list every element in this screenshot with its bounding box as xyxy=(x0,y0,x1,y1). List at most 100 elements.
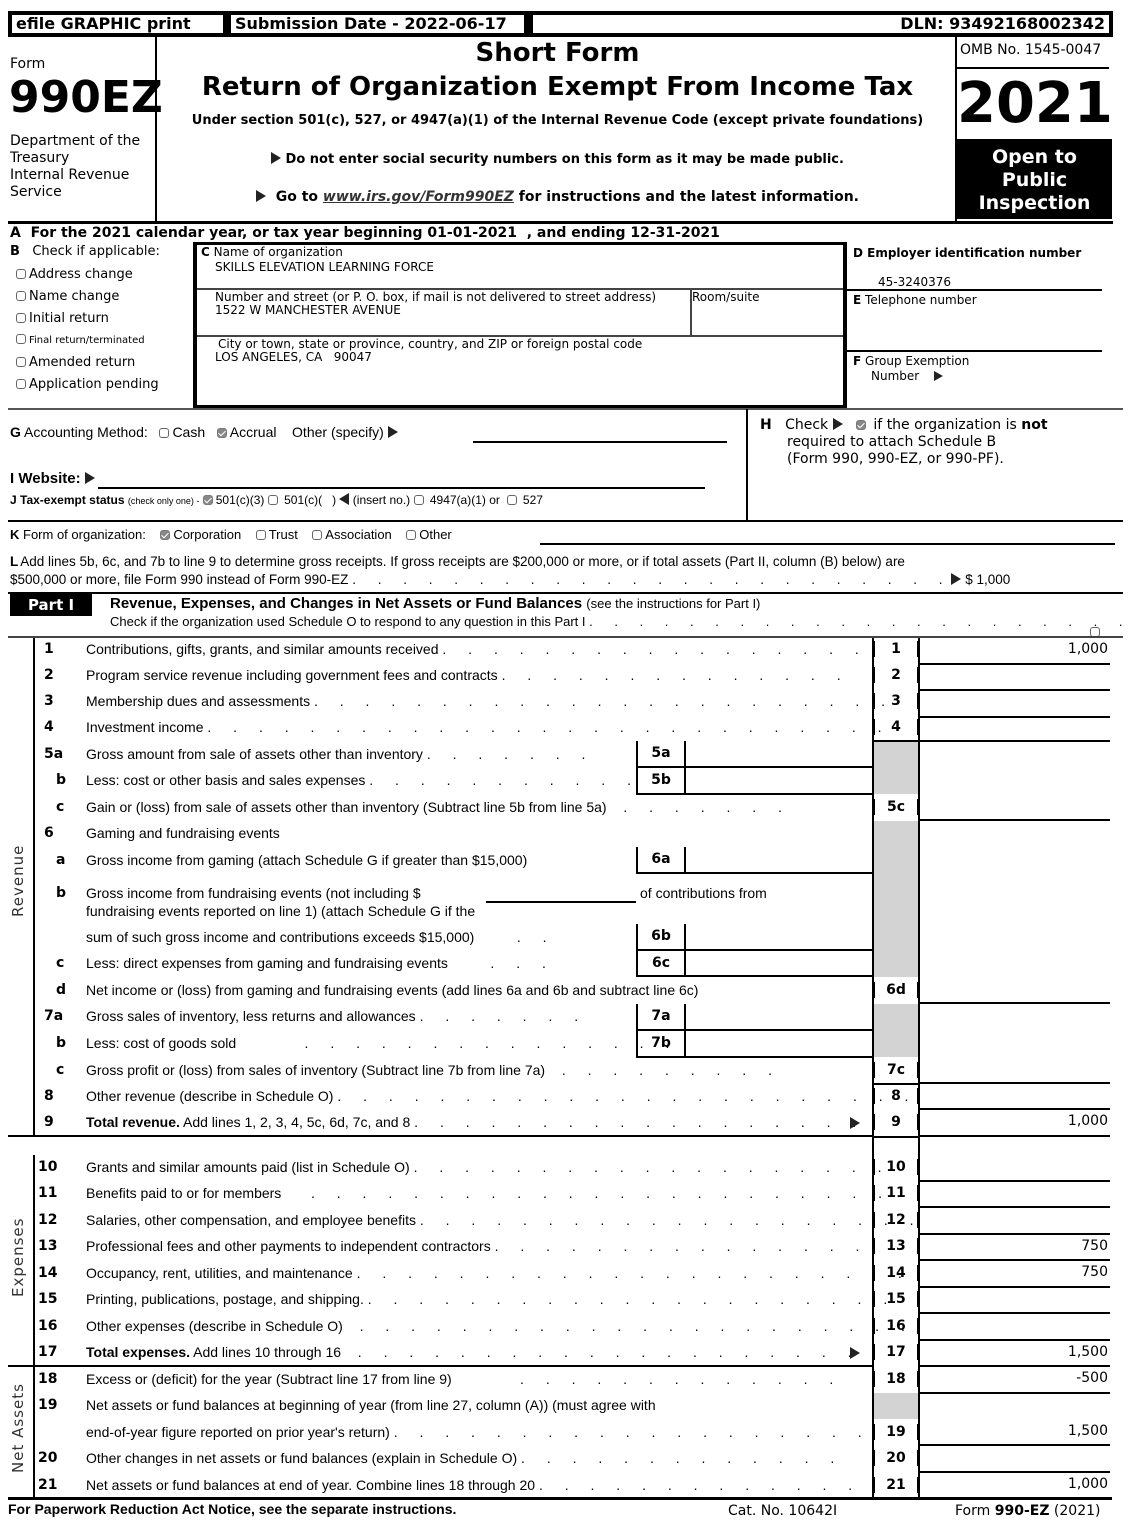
part1-title: Revenue, Expenses, and Changes in Net As… xyxy=(110,595,761,612)
line-21-value[interactable]: 1,000 xyxy=(919,1473,1110,1499)
line-6d-value[interactable] xyxy=(919,821,1110,1004)
checkbox-checked-icon[interactable] xyxy=(202,495,213,505)
arrow-icon xyxy=(951,573,962,585)
part1-top-line xyxy=(8,592,1123,594)
line-1-value[interactable]: 1,000 xyxy=(919,638,1110,665)
line-13-value[interactable]: 750 xyxy=(919,1235,1110,1261)
checkbox-icon[interactable] xyxy=(16,269,26,279)
tax-exempt-status: J Tax-exempt status (check only one) - 5… xyxy=(10,493,543,507)
line-5b-value[interactable] xyxy=(684,768,873,795)
checkbox-trust[interactable]: Trust xyxy=(255,527,298,542)
irs-link[interactable]: www.irs.gov/Form990EZ xyxy=(323,189,514,205)
checkbox-icon[interactable] xyxy=(16,290,26,301)
checkbox-schedule-b[interactable] xyxy=(855,420,866,430)
checkbox-icon[interactable] xyxy=(159,428,170,438)
line-5c-value[interactable] xyxy=(919,741,1110,821)
j-bottom-line xyxy=(8,520,1123,522)
ein-label: D Employer identification number xyxy=(853,246,1082,260)
line7c-rule xyxy=(872,1083,920,1085)
checkbox-4947[interactable]: 4947(a)(1) or xyxy=(413,493,500,507)
ein-value[interactable]: 45-3240376 xyxy=(878,275,951,289)
org-name-value[interactable]: SKILLS ELEVATION LEARNING FORCE xyxy=(215,260,434,274)
shade-19 xyxy=(874,1393,918,1419)
goto-instructions: Go to www.irs.gov/Form990EZ for instruct… xyxy=(160,189,955,205)
line-19-value[interactable]: 1,500 xyxy=(919,1394,1110,1446)
checkbox-final-return[interactable]: Final return/terminated xyxy=(16,329,159,352)
street-value[interactable]: 1522 W MANCHESTER AVENUE xyxy=(215,303,401,317)
line-11-value[interactable] xyxy=(919,1182,1110,1208)
line-12-value[interactable] xyxy=(919,1208,1110,1235)
line-6c-value[interactable] xyxy=(684,951,873,977)
checkbox-address-change[interactable]: Address change xyxy=(16,264,159,286)
dln: DLN: 93492168002342 xyxy=(531,13,1111,35)
checkbox-501c[interactable]: 501(c)( ) xyxy=(267,493,336,507)
checkbox-icon[interactable] xyxy=(16,312,26,323)
checkbox-icon[interactable] xyxy=(413,495,424,505)
checkbox-amended-return[interactable]: Amended return xyxy=(16,352,159,374)
checkbox-other[interactable]: Other xyxy=(406,527,452,542)
d-divider xyxy=(847,289,1102,291)
line-3-value[interactable] xyxy=(919,691,1110,718)
room-suite-label: Room/suite xyxy=(692,290,760,304)
line-14-value[interactable]: 750 xyxy=(919,1261,1110,1288)
line-10-value[interactable] xyxy=(919,1155,1110,1182)
revenue-bottom-line xyxy=(8,1135,874,1137)
line4-rule xyxy=(872,740,920,742)
other-method-input[interactable] xyxy=(473,424,727,443)
checkbox-527[interactable]: 527 xyxy=(506,493,543,507)
checkbox-icon[interactable] xyxy=(16,357,26,368)
line-17-value[interactable]: 1,500 xyxy=(919,1341,1110,1367)
form-word: Form xyxy=(10,56,46,72)
checkbox-icon[interactable] xyxy=(312,530,323,540)
line-7a-value[interactable] xyxy=(684,1004,873,1031)
linebox9-bottom xyxy=(872,1136,920,1138)
checkbox-icon[interactable] xyxy=(406,530,417,540)
gross-receipts-amount: $ 1,000 xyxy=(965,572,1011,587)
arrow-icon xyxy=(934,371,944,381)
checkbox-icon[interactable] xyxy=(267,495,278,505)
checkbox-cash[interactable]: Cash xyxy=(159,424,205,440)
telephone-value[interactable] xyxy=(870,312,1090,332)
line-15-value[interactable] xyxy=(919,1288,1110,1314)
checkbox-icon[interactable] xyxy=(255,530,266,540)
checkbox-application-pending[interactable]: Application pending xyxy=(16,374,159,396)
line-6b-contributions-input[interactable] xyxy=(486,885,636,903)
cat-number: Cat. No. 10642I xyxy=(728,1503,838,1519)
checkbox-accrual[interactable]: Accrual xyxy=(216,424,276,440)
open-to-public-badge: Open to Public Inspection xyxy=(957,139,1112,219)
checkbox-name-change[interactable]: Name change xyxy=(16,286,159,308)
other-org-input[interactable] xyxy=(540,527,1115,545)
checkbox-corporation[interactable]: Corporation xyxy=(160,527,241,542)
section-a-tax-year: A For the 2021 calendar year, or tax yea… xyxy=(10,225,720,241)
city-value[interactable]: LOS ANGELES, CA 90047 xyxy=(215,350,372,364)
line-5a-value[interactable] xyxy=(684,741,873,768)
line-20-value[interactable] xyxy=(919,1446,1110,1473)
line-2-value[interactable] xyxy=(919,665,1110,691)
line-18-value[interactable]: -500 xyxy=(919,1367,1110,1394)
part1-badge: Part I xyxy=(10,594,92,616)
room-suite-value[interactable] xyxy=(692,306,840,328)
checkbox-initial-return[interactable]: Initial return xyxy=(16,308,159,330)
checkbox-icon[interactable] xyxy=(506,495,517,505)
h-divider xyxy=(746,409,748,521)
line-16-value[interactable] xyxy=(919,1314,1110,1341)
checkbox-checked-icon[interactable] xyxy=(216,428,227,438)
section-b-options: Address change Name change Initial retur… xyxy=(16,264,159,396)
website-input[interactable] xyxy=(98,470,705,489)
checkbox-checked-icon[interactable] xyxy=(160,530,171,540)
tax-year: 2021 xyxy=(957,71,1113,136)
arrow-icon xyxy=(84,472,95,484)
checkbox-501c3[interactable]: 501(c)(3) xyxy=(202,493,264,507)
telephone-label: E Telephone number xyxy=(853,293,977,307)
line-9-value[interactable]: 1,000 xyxy=(919,1110,1110,1137)
line-8-value[interactable] xyxy=(919,1084,1110,1110)
line-7b-value[interactable] xyxy=(684,1031,873,1058)
shade-5ab xyxy=(874,741,918,794)
line-7c-value[interactable] xyxy=(919,1004,1110,1084)
checkbox-icon[interactable] xyxy=(16,334,26,345)
line-4-value[interactable] xyxy=(919,718,1110,742)
checkbox-association[interactable]: Association xyxy=(312,527,392,542)
line-6b-value[interactable] xyxy=(684,924,873,951)
checkbox-icon[interactable] xyxy=(16,378,26,389)
line-6a-value[interactable] xyxy=(684,847,873,874)
